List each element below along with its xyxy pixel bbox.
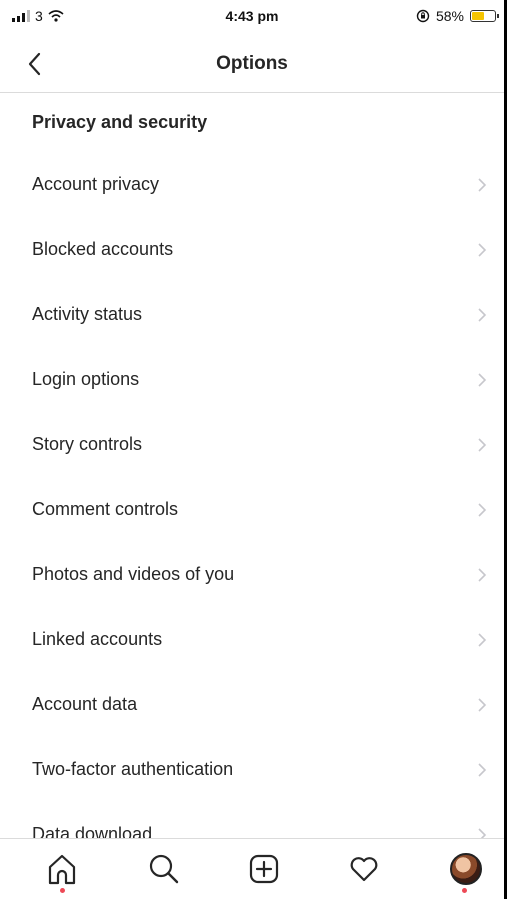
notification-dot [462, 888, 467, 893]
tab-new-post[interactable] [242, 847, 286, 891]
chevron-right-icon [478, 308, 487, 322]
chevron-right-icon [478, 373, 487, 387]
option-label: Account privacy [32, 174, 160, 194]
home-icon [48, 854, 76, 885]
chevron-right-icon [478, 438, 487, 452]
notification-dot [60, 888, 65, 893]
chevron-right-icon [478, 503, 487, 517]
option-label: Blocked accounts [32, 239, 174, 259]
option-label: Story controls [32, 434, 143, 454]
status-right: 58% [416, 8, 499, 24]
option-linked-accounts[interactable]: Linked accounts [0, 607, 504, 672]
option-label: Linked accounts [32, 629, 163, 649]
status-bar: 3 4:43 pm 58% [0, 0, 504, 36]
battery-icon [470, 10, 499, 22]
options-list: Account privacy Blocked accounts Activit… [0, 152, 504, 867]
tab-home[interactable] [40, 847, 84, 893]
section-header: Privacy and security [32, 112, 208, 132]
nav-bar: Options [0, 36, 504, 93]
battery-percent: 58% [435, 8, 464, 24]
chevron-right-icon [478, 178, 487, 192]
option-label: Comment controls [32, 499, 179, 519]
heart-icon [350, 857, 378, 882]
option-two-factor-authentication[interactable]: Two-factor authentication [0, 737, 504, 802]
chevron-right-icon [478, 243, 487, 257]
option-comment-controls[interactable]: Comment controls [0, 477, 504, 542]
option-story-controls[interactable]: Story controls [0, 412, 504, 477]
battery-fill [472, 12, 484, 20]
option-photos-and-videos[interactable]: Photos and videos of you [0, 542, 504, 607]
option-label: Account data [32, 694, 138, 714]
chevron-right-icon [478, 763, 487, 777]
chevron-right-icon [478, 698, 487, 712]
chevron-right-icon [478, 568, 487, 582]
tab-activity[interactable] [342, 847, 386, 891]
tab-search[interactable] [142, 847, 186, 891]
add-post-icon [249, 854, 279, 884]
rotation-lock-icon [416, 9, 430, 23]
option-login-options[interactable]: Login options [0, 347, 504, 412]
option-label: Two-factor authentication [32, 759, 234, 779]
page-title: Options [216, 53, 288, 74]
chevron-right-icon [478, 633, 487, 647]
option-account-privacy[interactable]: Account privacy [0, 152, 504, 217]
option-blocked-accounts[interactable]: Blocked accounts [0, 217, 504, 282]
option-label: Login options [32, 369, 140, 389]
option-label: Activity status [32, 304, 143, 324]
option-activity-status[interactable]: Activity status [0, 282, 504, 347]
option-label: Photos and videos of you [32, 564, 235, 584]
search-icon [149, 854, 179, 884]
tab-profile[interactable] [442, 847, 486, 893]
tab-bar [0, 838, 504, 899]
phone-screen: 3 4:43 pm 58% Options Privacy and securi… [0, 0, 507, 899]
option-account-data[interactable]: Account data [0, 672, 504, 737]
profile-avatar [450, 853, 482, 885]
